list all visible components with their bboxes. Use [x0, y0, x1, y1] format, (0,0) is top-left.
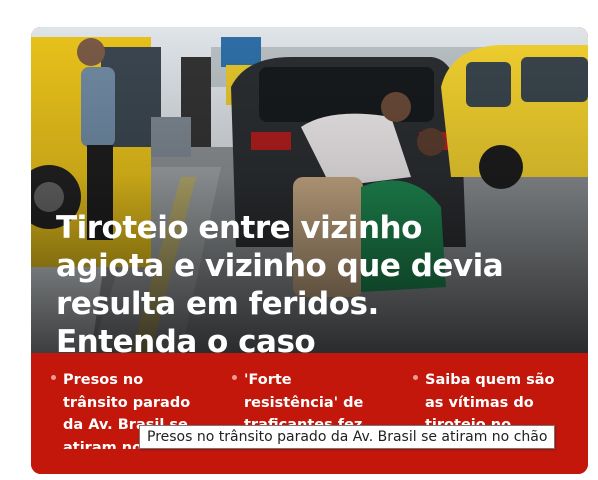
bullet-icon	[51, 375, 56, 380]
tooltip: Presos no trânsito parado da Av. Brasil …	[139, 425, 556, 449]
bullet-icon	[232, 375, 237, 380]
related-stories: Presos no trânsito parado da Av. Brasil …	[31, 353, 588, 474]
headline[interactable]: Tiroteio entre vizinho agiota e vizinho …	[56, 209, 526, 353]
bullet-icon	[413, 375, 418, 380]
main-story-link[interactable]: Tiroteio entre vizinho agiota e vizinho …	[31, 27, 588, 353]
news-card: Tiroteio entre vizinho agiota e vizinho …	[31, 27, 588, 474]
